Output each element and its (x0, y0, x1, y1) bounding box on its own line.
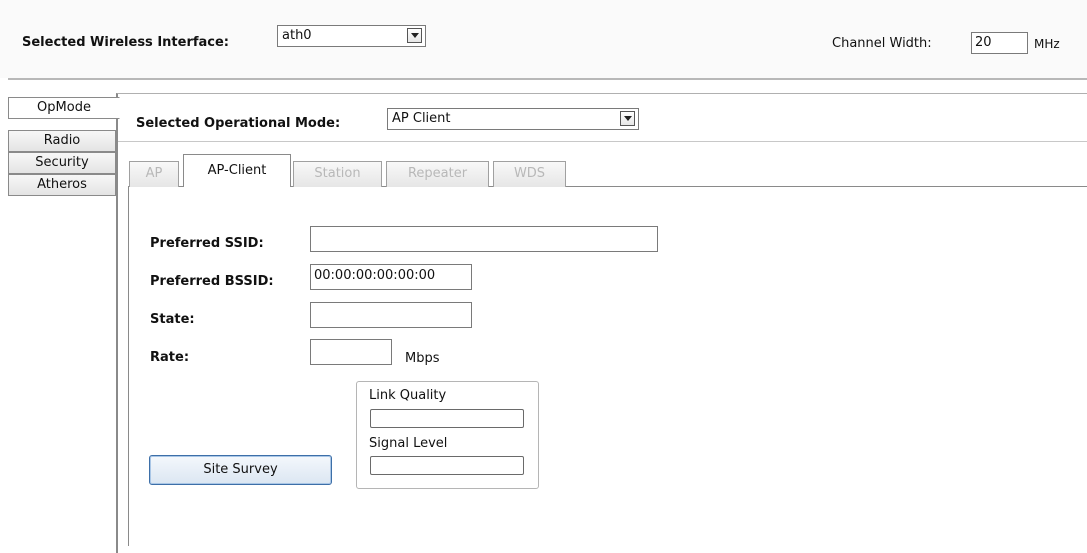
tab-repeater[interactable]: Repeater (386, 161, 489, 187)
tab-radio-label: Radio (43, 133, 81, 148)
bssid-label: Preferred BSSID: (150, 274, 274, 289)
signal-group: Link Quality Signal Level (356, 381, 539, 489)
opmode-select-value: AP Client (392, 111, 451, 126)
ssid-label: Preferred SSID: (150, 236, 264, 251)
tab-station[interactable]: Station (293, 161, 382, 187)
tab-wds-label: WDS (513, 166, 546, 181)
state-field (310, 302, 472, 328)
channel-width-value: 20 (975, 35, 992, 50)
opmode-divider (118, 141, 1087, 142)
tab-ap[interactable]: AP (129, 161, 179, 187)
tab-repeater-label: Repeater (407, 166, 468, 181)
tab-ap-client-label: AP-Client (207, 163, 267, 178)
state-label: State: (150, 312, 195, 327)
tab-atheros[interactable]: Atheros (8, 174, 116, 196)
interface-select[interactable]: ath0 (277, 25, 426, 47)
signal-level-meter (370, 456, 524, 475)
chevron-down-icon[interactable] (620, 111, 635, 126)
tab-opmode-label: OpMode (37, 100, 91, 115)
tab-wds[interactable]: WDS (493, 161, 566, 187)
rate-label: Rate: (150, 350, 190, 365)
site-survey-label: Site Survey (203, 462, 278, 477)
rate-unit: Mbps (405, 351, 440, 366)
tab-security[interactable]: Security (8, 152, 116, 174)
opmode-label: Selected Operational Mode: (136, 116, 341, 131)
channel-width-label: Channel Width: (832, 36, 932, 51)
bssid-input[interactable]: 00:00:00:00:00:00 (310, 264, 472, 290)
tab-opmode[interactable]: OpMode (8, 97, 120, 119)
header-divider (8, 78, 1087, 80)
link-quality-meter (370, 409, 524, 428)
bssid-value: 00:00:00:00:00:00 (314, 268, 436, 283)
tab-ap-label: AP (145, 166, 163, 181)
tab-atheros-label: Atheros (37, 177, 87, 192)
signal-level-label: Signal Level (369, 436, 448, 451)
ssid-input[interactable] (310, 226, 658, 252)
rate-field (310, 339, 392, 365)
tab-radio[interactable]: Radio (8, 130, 116, 152)
tab-ap-client[interactable]: AP-Client (183, 154, 291, 187)
interface-label: Selected Wireless Interface: (22, 35, 230, 50)
link-quality-label: Link Quality (369, 388, 447, 403)
tab-security-label: Security (35, 155, 89, 170)
chevron-down-icon[interactable] (407, 28, 422, 43)
tab-station-label: Station (314, 166, 361, 181)
opmode-select[interactable]: AP Client (387, 108, 639, 130)
channel-width-unit: MHz (1034, 37, 1060, 51)
channel-width-input[interactable]: 20 (971, 32, 1028, 54)
site-survey-button[interactable]: Site Survey (149, 455, 332, 485)
interface-select-value: ath0 (282, 28, 312, 43)
